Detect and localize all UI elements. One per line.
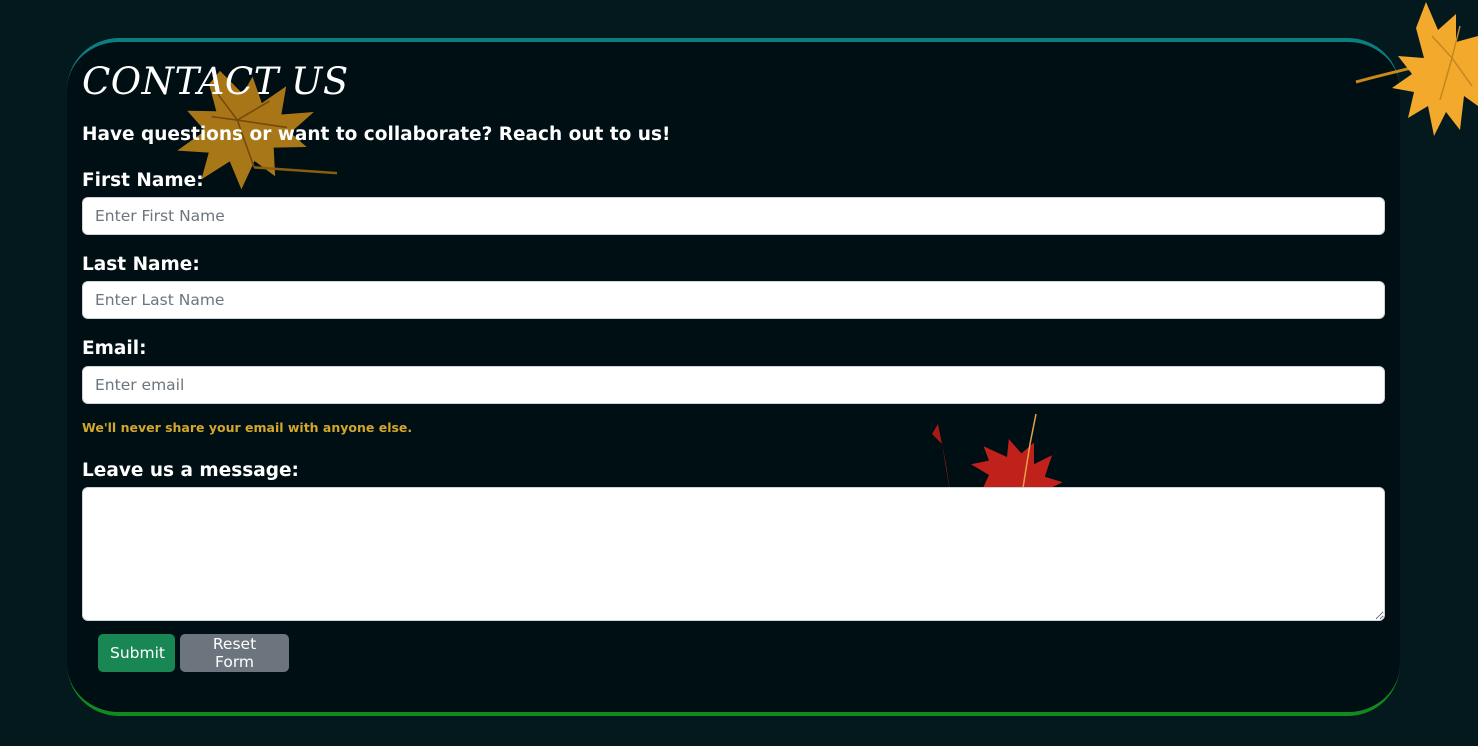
message-textarea[interactable] bbox=[82, 487, 1385, 621]
last-name-label: Last Name: bbox=[82, 254, 200, 275]
page-title: CONTACT US bbox=[82, 60, 349, 103]
message-label: Leave us a message: bbox=[82, 460, 299, 481]
email-help-text: We'll never share your email with anyone… bbox=[82, 420, 413, 435]
email-input[interactable] bbox=[82, 366, 1385, 404]
first-name-input[interactable] bbox=[82, 197, 1385, 235]
submit-button[interactable]: Submit bbox=[98, 634, 175, 672]
first-name-label: First Name: bbox=[82, 170, 204, 191]
reset-form-button[interactable]: Reset Form bbox=[180, 634, 289, 672]
page-subtitle: Have questions or want to collaborate? R… bbox=[82, 124, 671, 145]
contact-card: CONTACT US Have questions or want to col… bbox=[67, 38, 1400, 716]
email-label: Email: bbox=[82, 338, 147, 359]
last-name-input[interactable] bbox=[82, 281, 1385, 319]
red-maple-leaf-icon bbox=[932, 413, 1062, 489]
